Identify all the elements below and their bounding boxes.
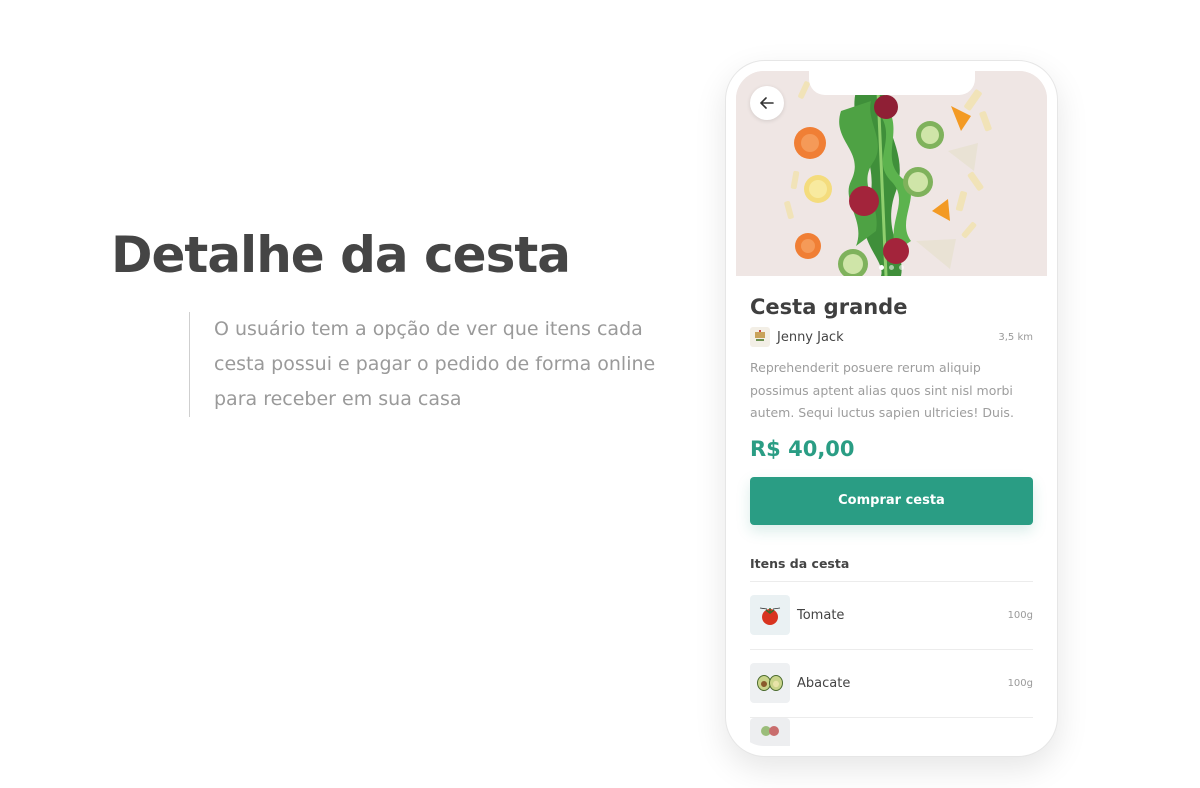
phone-mockup: Cesta grande Jenny Jack 3,5 km Reprehend… — [725, 60, 1058, 757]
list-item[interactable]: Abacate 100g — [750, 650, 1033, 718]
item-name: Tomate — [797, 607, 845, 623]
item-quantity: 100g — [1007, 677, 1033, 689]
page-title: Detalhe da cesta — [111, 226, 571, 284]
distance-label: 3,5 km — [998, 331, 1033, 343]
seller-name: Jenny Jack — [777, 329, 844, 345]
app-screen: Cesta grande Jenny Jack 3,5 km Reprehend… — [736, 71, 1047, 746]
product-details: Cesta grande Jenny Jack 3,5 km Reprehend… — [750, 276, 1033, 746]
product-title: Cesta grande — [750, 295, 908, 319]
item-name: Abacate — [797, 675, 851, 691]
product-price: R$ 40,00 — [750, 436, 855, 461]
items-section-title: Itens da cesta — [750, 556, 1033, 582]
page-description: O usuário tem a opção de ver que itens c… — [189, 312, 669, 417]
seller-logo — [750, 327, 770, 347]
carousel-dot[interactable] — [889, 265, 894, 270]
carousel-indicator — [736, 265, 1047, 270]
tomato-icon — [750, 595, 790, 635]
vegetable-icon — [750, 717, 790, 746]
phone-notch — [809, 71, 975, 95]
back-button[interactable] — [750, 86, 784, 120]
list-item[interactable]: Tomate 100g — [750, 582, 1033, 650]
seller-row[interactable]: Jenny Jack 3,5 km — [750, 327, 1033, 347]
arrow-left-icon — [760, 97, 774, 109]
avocado-icon — [750, 663, 790, 703]
carousel-dot[interactable] — [879, 265, 884, 270]
carousel-dot[interactable] — [899, 265, 904, 270]
buy-basket-button[interactable]: Comprar cesta — [750, 476, 1033, 525]
item-quantity: 100g — [1007, 609, 1033, 621]
list-item[interactable] — [750, 717, 1033, 746]
product-description: Reprehenderit posuere rerum aliquip poss… — [750, 360, 1014, 420]
